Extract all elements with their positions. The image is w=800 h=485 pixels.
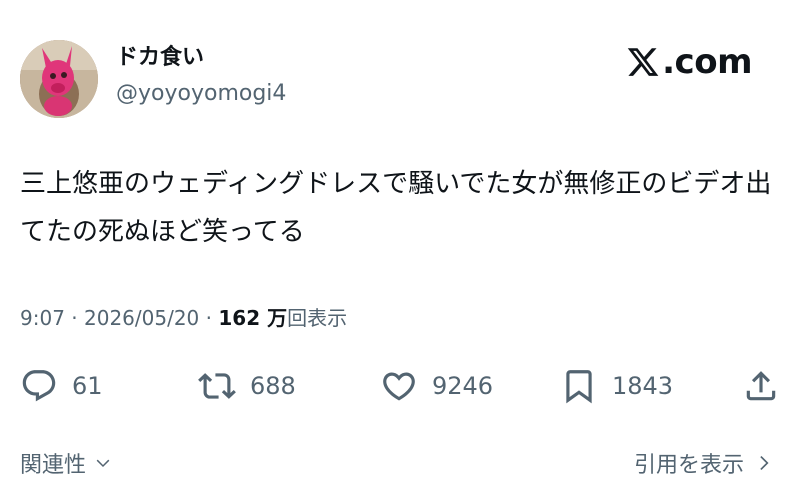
tweet-time[interactable]: 9:07 — [20, 306, 65, 330]
share-button[interactable] — [742, 362, 780, 410]
speech-bubble-icon — [22, 370, 56, 402]
tweet-body: 三上悠亜のウェディングドレスで騒いでた女が無修正のビデオ出てたの死ぬほど笑ってる — [20, 169, 772, 247]
author-handle[interactable]: @yoyoyomogi4 — [116, 80, 286, 108]
bookmark-icon — [566, 370, 592, 404]
repost-button[interactable]: 688 — [198, 362, 296, 410]
chevron-down-icon — [96, 459, 110, 468]
reply-button[interactable]: 61 — [20, 362, 103, 410]
meta-separator-2: · — [199, 306, 219, 330]
meta-separator: · — [64, 306, 84, 330]
tweet-meta: 9:07 · 2026/05/20 · 162 万回表示 — [20, 304, 347, 332]
brand-domain-text: .com — [662, 42, 752, 82]
avatar-image — [20, 40, 98, 118]
chevron-right-icon — [760, 455, 769, 471]
bookmark-button[interactable]: 1843 — [560, 362, 673, 410]
tweet-card: ドカ食い @yoyoyomogi4 .com 三上悠亜のウェディングドレスで騒い… — [0, 0, 800, 485]
quotes-label: 引用を表示 — [633, 453, 744, 478]
views-count: 162 万 — [218, 306, 288, 330]
tweet-date[interactable]: 2026/05/20 — [84, 306, 199, 330]
view-quotes-link[interactable]: 引用を表示 — [634, 447, 774, 479]
x-logo-icon — [627, 48, 659, 76]
views-label: 回表示 — [287, 306, 348, 330]
heart-icon — [383, 372, 415, 401]
like-count: 9246 — [432, 372, 494, 400]
repost-arrows-icon — [198, 373, 236, 399]
repost-count: 688 — [250, 372, 296, 400]
author-display-name[interactable]: ドカ食い — [116, 44, 204, 72]
like-button[interactable]: 9246 — [380, 362, 493, 410]
related-label: 関連性 — [20, 453, 87, 478]
share-upload-icon — [746, 371, 776, 401]
bookmark-count: 1843 — [612, 372, 674, 400]
avatar[interactable] — [20, 40, 98, 118]
reply-count: 61 — [72, 372, 103, 400]
action-bar: 61 688 9246 1843 — [20, 362, 780, 410]
sort-relevance-dropdown[interactable]: 関連性 — [20, 447, 112, 479]
x-brand-logo: .com — [626, 42, 752, 82]
